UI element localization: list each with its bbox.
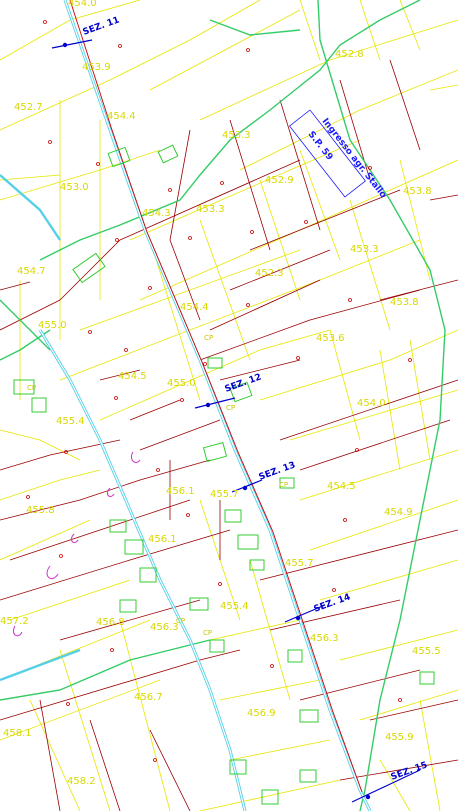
elevation-label: 452.8: [335, 49, 364, 60]
elevation-label: 453.8: [390, 297, 419, 308]
elevation-label: 457.2: [0, 616, 29, 627]
elevation-label: 454.0: [357, 398, 386, 409]
elevation-label: 456.1: [166, 486, 195, 497]
cp-marker: CP: [176, 617, 185, 625]
elevation-label: 454.5: [118, 371, 147, 382]
elevation-label: 454.7: [17, 266, 46, 277]
elevation-label: 455.7: [210, 489, 239, 500]
elevation-label: 453.8: [403, 186, 432, 197]
elevation-label: 453.6: [316, 333, 345, 344]
cp-marker: CP: [204, 334, 213, 342]
elevation-label: 453.3: [350, 244, 379, 255]
elevation-label: 456.3: [150, 622, 179, 633]
elevation-label: 458.2: [67, 776, 96, 787]
elevation-label: 453.0: [60, 182, 89, 193]
elevation-label: 455.7: [285, 558, 314, 569]
elevation-label: 456.8: [96, 617, 125, 628]
elevation-label: 454.0: [68, 0, 97, 9]
elevation-label: 458.1: [3, 728, 32, 739]
elevation-label: 455.0: [38, 320, 67, 331]
elevation-label: 455.4: [56, 416, 85, 427]
cp-marker: CP: [203, 629, 212, 637]
elevation-label: 456.3: [310, 633, 339, 644]
elevation-label: 456.1: [148, 534, 177, 545]
cp-marker: CP: [226, 404, 235, 412]
cp-marker: CP: [279, 481, 288, 489]
elevation-label: 453.3: [222, 130, 251, 141]
elevation-label: 454.9: [384, 507, 413, 518]
elevation-label: 456.7: [134, 692, 163, 703]
elevation-label: 454.5: [327, 481, 356, 492]
elevation-label: 452.7: [14, 102, 43, 113]
elevation-label: 452.3: [255, 268, 284, 279]
elevation-label: 455.5: [412, 646, 441, 657]
elevation-label: 455.4: [220, 601, 249, 612]
elevation-label: 455.8: [26, 505, 55, 516]
elevation-label: 453.9: [82, 62, 111, 73]
cadastral-map[interactable]: Ingresso agr. Stallo S.P. 59 SEZ. 11 SEZ…: [0, 0, 458, 811]
elevation-label: 454.3: [142, 208, 171, 219]
elevation-label: 456.9: [247, 708, 276, 719]
elevation-label: 453.3: [196, 204, 225, 215]
elevation-label: 454.4: [180, 302, 209, 313]
elevation-label: 455.9: [385, 732, 414, 743]
elevation-label: 452.9: [265, 175, 294, 186]
cp-marker: CP: [27, 384, 36, 392]
elevation-label: 454.4: [107, 111, 136, 122]
elevation-label: 455.0: [167, 378, 196, 389]
